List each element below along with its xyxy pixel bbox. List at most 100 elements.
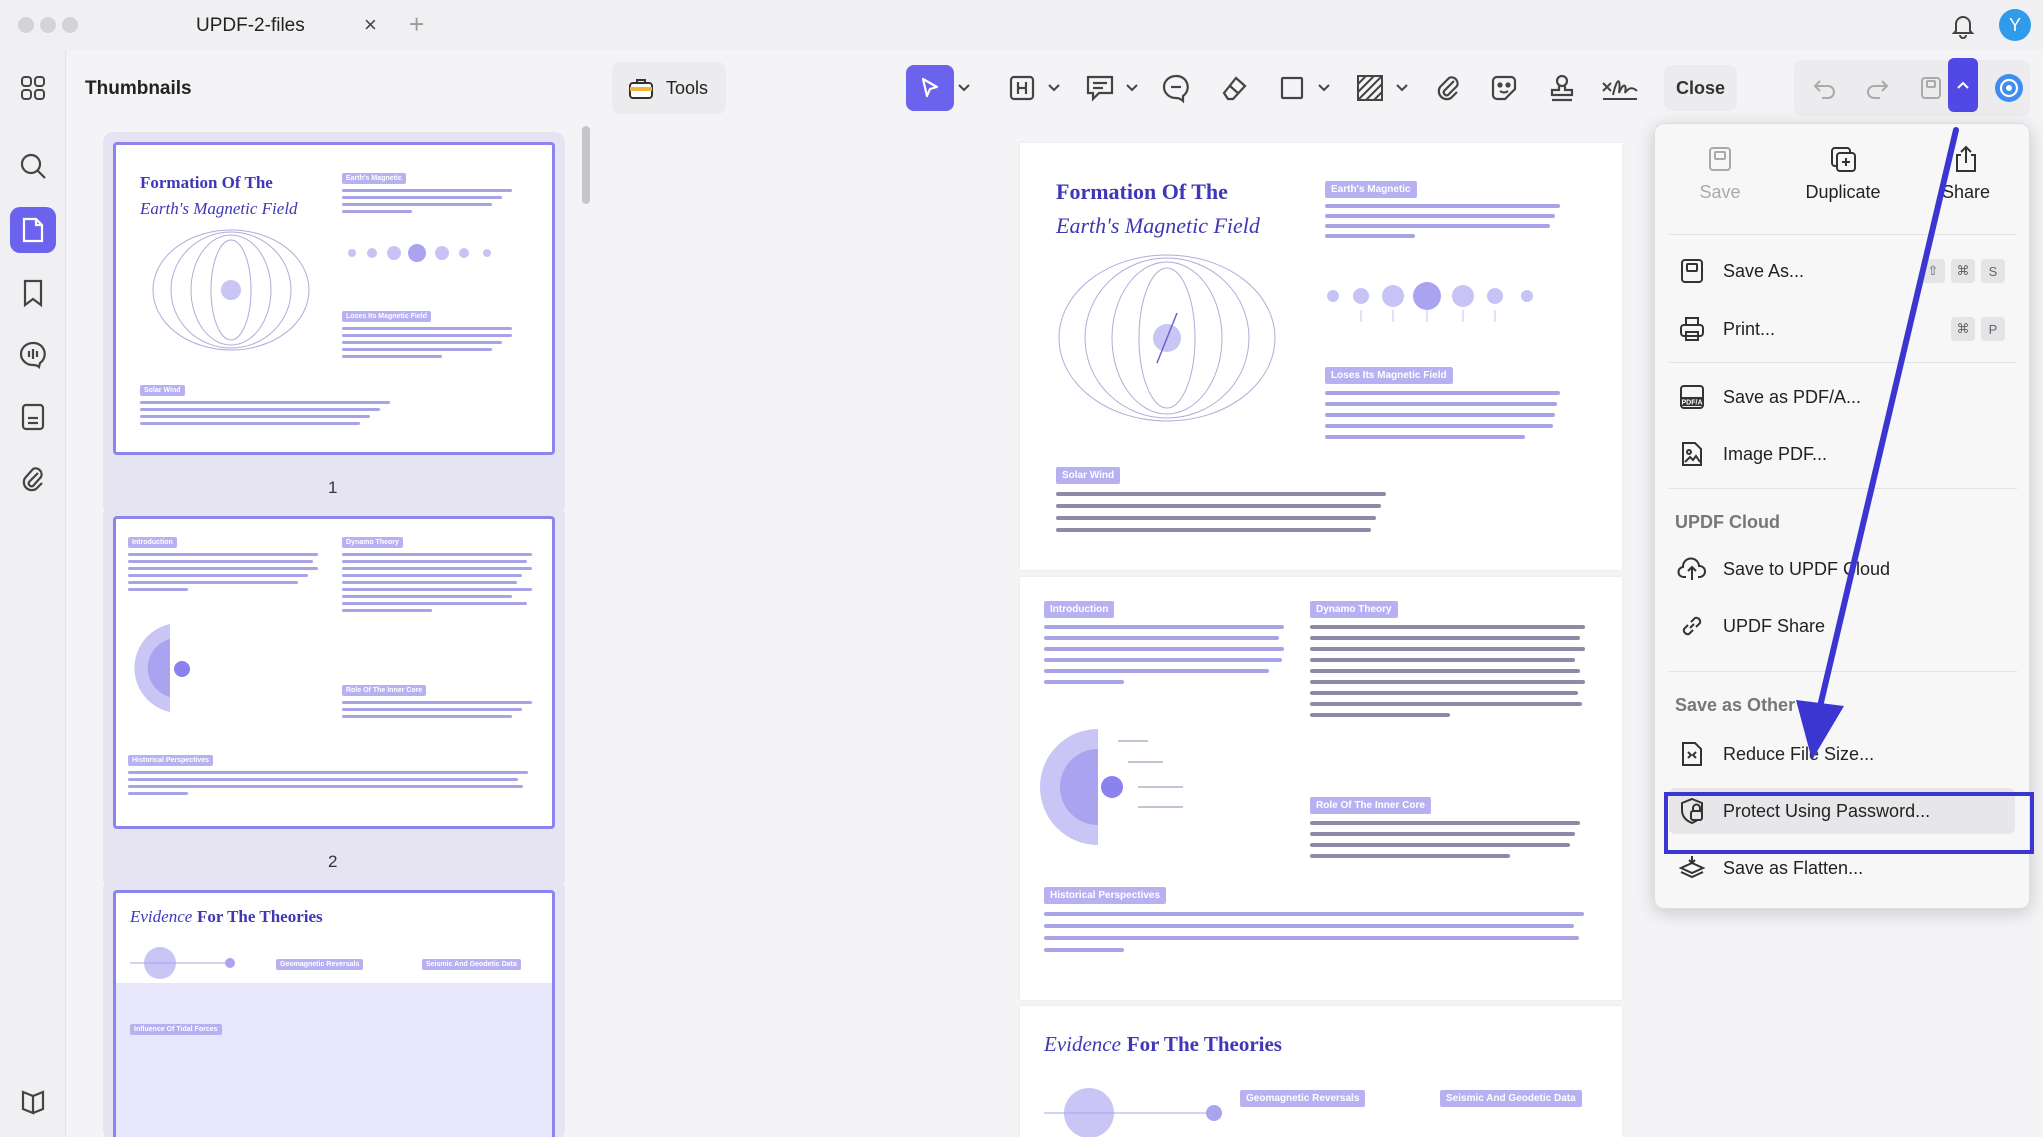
menu-share-button[interactable]: Share (1911, 144, 2021, 234)
select-tool-button[interactable] (906, 65, 954, 111)
menu-item-image-pdf[interactable]: Image PDF... (1669, 431, 2015, 477)
page-title-line1: Formation Of The (1056, 179, 1228, 204)
svg-text:PDF/A: PDF/A (1682, 400, 1703, 407)
key-shift: ⇧ (1921, 259, 1945, 283)
menu-label: Print... (1723, 318, 1776, 339)
earth-orbit-illustration (130, 947, 235, 979)
menu-item-print[interactable]: Print... ⌘ P (1669, 306, 2015, 352)
duplicate-icon (1831, 147, 1856, 172)
window-close-button[interactable] (18, 17, 34, 33)
menu-label: UPDF Share (1723, 615, 1826, 636)
undo-icon[interactable] (1808, 65, 1842, 111)
menu-item-save-cloud[interactable]: Save to UPDF Cloud (1669, 546, 2015, 592)
layers-icon[interactable] (16, 1085, 50, 1119)
menu-item-save-pdfa[interactable]: PDF/A Save as PDF/A... (1669, 374, 2015, 420)
hatch-area-icon[interactable] (1352, 65, 1388, 111)
attachment-icon[interactable] (16, 462, 50, 496)
chevron-down-icon[interactable] (1046, 65, 1062, 111)
user-avatar[interactable]: Y (1999, 9, 2031, 41)
eraser-icon[interactable] (1216, 65, 1252, 111)
chevron-down-icon[interactable] (956, 65, 972, 111)
form-icon[interactable] (16, 400, 50, 434)
thumbnail-page-1[interactable]: Formation Of The Earth's Magnetic Field … (103, 132, 565, 515)
sticky-note-icon[interactable] (1082, 65, 1118, 111)
pill-seis: Seismic And Geodetic Data (1440, 1090, 1582, 1107)
thumb-pill-dynamo: Dynamo Theory (342, 537, 403, 548)
window-zoom-button[interactable] (62, 17, 78, 33)
rectangle-icon[interactable] (1274, 65, 1310, 111)
menu-duplicate-button[interactable]: Duplicate (1788, 144, 1898, 234)
section-save-as-other: Save as Other (1675, 695, 1796, 715)
document-page-2: Introduction Dynamo Theory Role Of The I… (1020, 577, 1622, 1000)
thumb-pill-magnetic: Earth's Magnetic (342, 173, 406, 184)
pill-inner: Role Of The Inner Core (1310, 797, 1431, 814)
redo-icon[interactable] (1860, 65, 1894, 111)
pill-geo: Geomagnetic Reversals (1240, 1090, 1366, 1107)
pill-solar: Solar Wind (1056, 467, 1121, 484)
save-disk-icon[interactable] (1914, 65, 1948, 111)
bell-icon[interactable] (1948, 10, 1978, 40)
menu-label: Save as PDF/A... (1723, 386, 1862, 407)
comment-icon[interactable] (16, 338, 50, 372)
thumb-title-line1: Formation Of The (140, 173, 273, 192)
thumb-pill-intro: Introduction (128, 537, 177, 548)
chevron-down-icon[interactable] (1394, 65, 1410, 111)
flatten-icon (1675, 851, 1709, 885)
signature-icon[interactable] (1600, 65, 1640, 111)
pill-dynamo: Dynamo Theory (1310, 601, 1398, 618)
page-edit-icon[interactable] (10, 207, 56, 253)
tab-close-button[interactable]: × (364, 12, 377, 38)
link-icon (1675, 609, 1709, 643)
tools-button[interactable]: Tools (612, 62, 726, 114)
new-tab-button[interactable]: + (409, 9, 424, 40)
menu-item-save-as[interactable]: Save As... ⇧ ⌘ S (1669, 248, 2015, 294)
search-icon[interactable] (16, 149, 50, 183)
thumb-pill-hist: Historical Perspectives (128, 755, 214, 766)
thumb-pill-geo: Geomagnetic Reversals (276, 959, 364, 970)
menu-label: Save As... (1723, 260, 1805, 281)
thumb-evidence-italic: Evidence (130, 907, 193, 926)
menu-item-updf-share[interactable]: UPDF Share (1669, 603, 2015, 649)
sticker-icon[interactable] (1486, 65, 1522, 111)
text-box-icon[interactable] (1004, 65, 1040, 111)
bookmark-icon[interactable] (16, 276, 50, 310)
apps-grid-icon[interactable] (16, 71, 50, 105)
thumb-pill-inner: Role Of The Inner Core (342, 685, 427, 696)
thumbnail-page-2[interactable]: Introduction Dynamo Theory Role Of The I… (103, 506, 565, 889)
key-cmd: ⌘ (1951, 317, 1975, 341)
key-p: P (1981, 317, 2005, 341)
comment-bubble-icon[interactable] (1158, 65, 1194, 111)
thumbnail-page-3[interactable]: Evidence For The Theories Geomagnetic Re… (103, 880, 565, 1137)
chevron-down-icon[interactable] (1124, 65, 1140, 111)
attachment-icon[interactable] (1430, 65, 1466, 111)
earth-core-illustration (134, 624, 190, 712)
ai-assistant-icon[interactable] (1992, 65, 2026, 111)
thumbnail-page-number: 2 (328, 852, 338, 871)
cloud-upload-icon (1675, 552, 1709, 586)
close-tool-button[interactable]: Close (1664, 65, 1737, 111)
pill-hist: Historical Perspectives (1044, 887, 1167, 904)
thumbnail-preview: Evidence For The Theories Geomagnetic Re… (113, 890, 555, 1137)
thumbnails-scrollbar[interactable] (582, 126, 590, 204)
save-disk-icon (1709, 147, 1731, 171)
save-menu-toggle[interactable] (1948, 58, 1978, 112)
stamp-icon[interactable] (1544, 65, 1580, 111)
thumb-pill-tidal: Influence Of Tidal Forces (130, 1024, 222, 1035)
menu-item-reduce-size[interactable]: Reduce File Size... (1669, 731, 2015, 777)
image-pdf-icon (1675, 437, 1709, 471)
window-minimize-button[interactable] (40, 17, 56, 33)
chevron-down-icon[interactable] (1316, 65, 1332, 111)
chevron-up-icon (1957, 81, 1969, 89)
save-as-icon (1675, 254, 1709, 288)
evidence-italic: Evidence (1044, 1032, 1121, 1056)
pdfa-icon: PDF/A (1675, 380, 1709, 414)
magnetic-field-illustration (1058, 254, 1276, 422)
compress-icon (1675, 737, 1709, 771)
tools-label: Tools (666, 77, 709, 98)
menu-save-button[interactable]: Save (1665, 144, 1775, 234)
document-tab[interactable]: UPDF-2-files (150, 6, 390, 46)
printer-icon (1675, 312, 1709, 346)
cursor-icon (921, 77, 939, 98)
thumbnail-page-number: 1 (328, 478, 338, 497)
right-toolbar (1794, 60, 2030, 116)
